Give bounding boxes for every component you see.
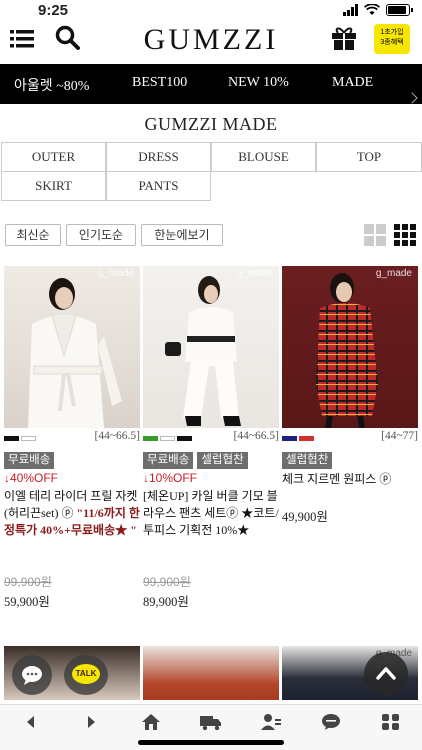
discount-label: ↓40%OFF xyxy=(4,471,59,485)
discount-label: ↓10%OFF xyxy=(143,471,198,485)
size-range: [44~66.5] xyxy=(233,430,279,442)
more-menu-icon[interactable] xyxy=(380,713,402,731)
delivery-truck-icon[interactable] xyxy=(200,713,222,731)
subcategory-pants[interactable]: PANTS xyxy=(106,171,211,201)
color-swatch xyxy=(143,436,158,441)
color-swatches xyxy=(143,436,192,442)
color-swatch xyxy=(21,436,36,441)
battery-icon xyxy=(386,4,413,16)
sale-price: 59,900원 xyxy=(4,595,50,609)
kakao-talk-button[interactable]: TALK xyxy=(64,655,108,695)
product-image[interactable]: g_made xyxy=(282,266,418,428)
size-range: [44~66.5] xyxy=(94,430,140,442)
status-icons xyxy=(343,4,413,16)
free-shipping-badge: 무료배송 xyxy=(143,452,194,469)
product-image[interactable]: g_made xyxy=(143,266,279,428)
subcategory-blouse[interactable]: BLOUSE xyxy=(211,142,316,172)
color-swatches xyxy=(282,436,314,442)
quick-view-button[interactable]: 한눈에보기 xyxy=(141,224,223,246)
grid-2-view-icon[interactable] xyxy=(364,224,386,246)
sort-popular-button[interactable]: 인기도순 xyxy=(66,224,136,246)
sale-price: 49,900원 xyxy=(282,510,328,524)
my-account-icon[interactable] xyxy=(260,713,282,731)
product-name[interactable]: [체온UP] 카일 버클 기모 블라우스 팬츠 세트ⓟ ★코트/투피스 기획전 … xyxy=(143,488,279,539)
product-name[interactable]: 체크 지르멘 원피스 ⓟ xyxy=(282,471,418,488)
subcategory-skirt[interactable]: SKIRT xyxy=(1,171,106,201)
color-swatch xyxy=(177,436,192,441)
color-swatches xyxy=(4,436,36,442)
product-card[interactable]: g_made [44~66.5] 무료배송 셀럽협찬 ↓10%OFF [체온UP… xyxy=(143,266,279,609)
color-swatch xyxy=(282,436,297,441)
original-price: 99,900원 xyxy=(4,575,52,589)
home-indicator xyxy=(138,740,284,745)
nav-item-outlet[interactable]: 아울렛 ~80% xyxy=(14,75,89,95)
original-price: 99,900원 xyxy=(143,575,191,589)
subcategory-top[interactable]: TOP xyxy=(316,142,422,172)
celeb-sponsored-badge: 셀럽협찬 xyxy=(282,452,333,469)
color-swatch xyxy=(4,436,19,441)
nav-item-best100[interactable]: BEST100 xyxy=(132,75,187,91)
brand-logo[interactable]: GUMZZI xyxy=(0,23,422,57)
gift-icon[interactable] xyxy=(330,24,358,52)
nav-item-made[interactable]: MADE xyxy=(332,75,373,91)
sort-latest-button[interactable]: 최신순 xyxy=(5,224,61,246)
chevron-up-icon xyxy=(376,667,396,680)
subcategory-outer[interactable]: OUTER xyxy=(1,142,106,172)
status-bar: 9:25 xyxy=(0,0,422,22)
nav-item-new[interactable]: NEW 10% xyxy=(228,75,289,91)
message-icon[interactable] xyxy=(320,713,342,731)
product-image[interactable]: g_made xyxy=(4,266,140,428)
home-icon[interactable] xyxy=(140,713,162,731)
grid-3-view-icon[interactable] xyxy=(394,224,416,246)
free-shipping-badge: 무료배송 xyxy=(4,452,55,469)
back-arrow-icon[interactable] xyxy=(20,713,42,731)
scroll-top-button[interactable] xyxy=(364,652,408,696)
size-range: [44~77] xyxy=(381,430,418,442)
product-card[interactable]: g_made [44~77] 셀럽협찬 체크 지르멘 원피스 ⓟ 49,900원 xyxy=(282,266,418,524)
product-name[interactable]: 이엘 테리 라이더 프릴 자켓 (허리끈set) ⓟ "11/6까지 한정특가 … xyxy=(4,488,140,539)
celeb-sponsored-badge: 셀럽협찬 xyxy=(197,452,248,469)
app-header: GUMZZI 1초가입 3종혜택 xyxy=(0,20,422,64)
talk-icon: TALK xyxy=(72,664,100,684)
color-swatch xyxy=(299,436,314,441)
status-time: 9:25 xyxy=(38,2,69,19)
signup-promo-badge[interactable]: 1초가입 3종혜택 xyxy=(374,24,410,54)
sale-price: 89,900원 xyxy=(143,595,189,609)
wifi-icon xyxy=(364,4,380,15)
product-image[interactable] xyxy=(143,646,279,700)
category-nav-bar: 아울렛 ~80% BEST100 NEW 10% MADE xyxy=(0,64,422,104)
chevron-right-icon[interactable] xyxy=(406,92,418,104)
signal-icon xyxy=(343,4,358,16)
chat-button[interactable] xyxy=(12,655,52,695)
product-card[interactable]: g_made [44~66.5] 무료배송 ↓40%OFF 이엘 테리 라이더 … xyxy=(4,266,140,609)
chat-bubble-icon xyxy=(22,666,42,685)
subcategory-dress[interactable]: DRESS xyxy=(106,142,211,172)
color-swatch xyxy=(160,436,175,441)
forward-arrow-icon[interactable] xyxy=(80,713,102,731)
page-title: GUMZZI MADE xyxy=(144,114,278,134)
